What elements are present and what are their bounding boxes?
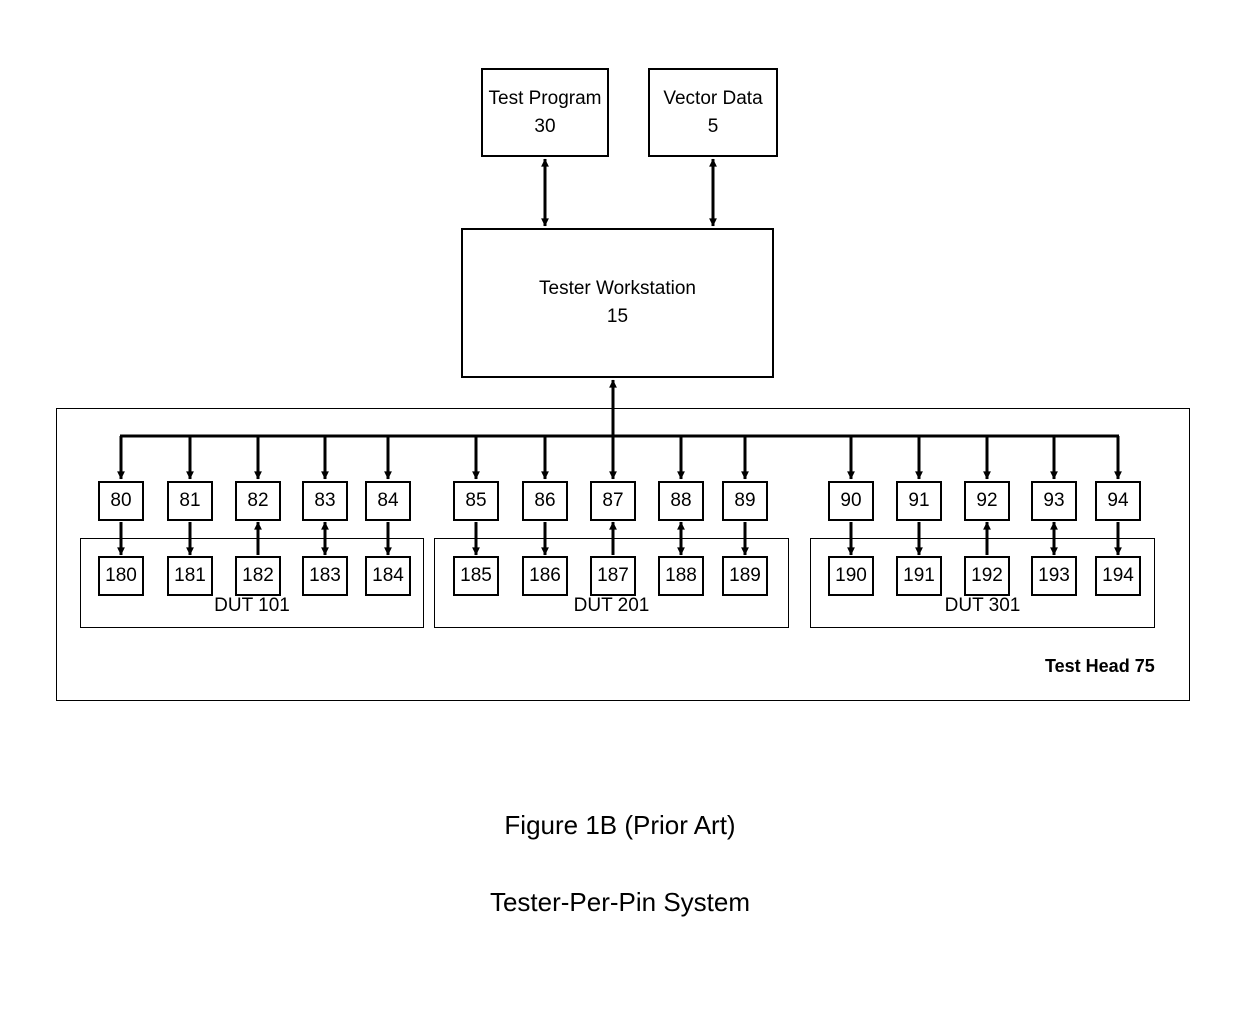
dut-pin-box: 186 [522,556,568,596]
dut-pin-label: 190 [835,565,867,587]
dut-pin-label: 194 [1102,565,1134,587]
tester-workstation-ref: 15 [606,306,629,327]
dut-pin-label: 188 [665,565,697,587]
tester-channel-box: 80 [98,481,144,521]
dut-pin-box: 189 [722,556,768,596]
figure-caption-subtitle: Tester-Per-Pin System [489,887,751,917]
dut-pin-label: 189 [729,565,761,587]
test-program-ref: 30 [534,115,556,137]
tester-channel-label: 92 [976,490,998,512]
tester-channel-box: 86 [522,481,568,521]
dut-pin-box: 180 [98,556,144,596]
tester-workstation-title: Tester Workstation [539,278,696,300]
dut-pin-label: 183 [309,565,341,587]
tester-channel-label: 87 [602,490,624,512]
tester-channel-label: 93 [1043,490,1065,512]
tester-workstation-box: Tester Workstation 15 [461,228,774,378]
test-program-box: Test Program 30 [481,68,609,157]
dut-group-label: DUT 101 [214,595,290,616]
dut-pin-label: 186 [529,565,561,587]
dut-pin-box: 190 [828,556,874,596]
dut-pin-label: 191 [903,565,935,587]
dut-pin-box: 185 [453,556,499,596]
dut-pin-box: 181 [167,556,213,596]
dut-pin-label: 180 [105,565,137,587]
vector-data-box: Vector Data 5 [648,68,778,157]
dut-pin-label: 192 [971,565,1003,587]
dut-pin-box: 188 [658,556,704,596]
tester-channel-label: 80 [110,490,132,512]
tester-channel-box: 88 [658,481,704,521]
dut-pin-box: 192 [964,556,1010,596]
tester-channel-label: 89 [734,490,756,512]
dut-pin-box: 184 [365,556,411,596]
tester-channel-box: 91 [896,481,942,521]
tester-channel-box: 89 [722,481,768,521]
dut-pin-label: 193 [1038,565,1070,587]
dut-pin-box: 193 [1031,556,1077,596]
tester-channel-box: 87 [590,481,636,521]
dut-pin-label: 187 [597,565,629,587]
tester-channel-label: 94 [1107,490,1129,512]
dut-pin-box: 187 [590,556,636,596]
tester-channel-label: 86 [534,490,556,512]
tester-channel-label: 88 [670,490,692,512]
patent-figure-1b: Test Program 30 Vector Data 5 Tester Wor… [0,0,1240,1036]
dut-group-label: DUT 201 [573,595,650,616]
tester-channel-label: 85 [465,490,487,512]
tester-channel-box: 92 [964,481,1010,521]
vector-data-title: Vector Data [663,87,763,109]
dut-pin-box: 194 [1095,556,1141,596]
tester-channel-label: 84 [377,490,399,512]
tester-channel-box: 85 [453,481,499,521]
dut-pin-label: 184 [372,565,404,587]
tester-channel-box: 93 [1031,481,1077,521]
tester-channel-label: 81 [179,490,201,512]
tester-channel-label: 83 [314,490,336,512]
test-program-title: Test Program [488,87,602,109]
figure-caption-title: Figure 1B (Prior Art) [504,810,736,840]
test-head-label: Test Head 75 [1045,656,1155,676]
dut-group-label: DUT 301 [944,595,1021,616]
vector-data-ref: 5 [707,115,719,137]
dut-pin-label: 181 [174,565,206,587]
dut-pin-label: 185 [460,565,492,587]
tester-channel-box: 90 [828,481,874,521]
tester-channel-box: 94 [1095,481,1141,521]
tester-channel-box: 83 [302,481,348,521]
dut-pin-label: 182 [242,565,274,587]
dut-pin-box: 191 [896,556,942,596]
dut-pin-box: 183 [302,556,348,596]
tester-channel-box: 84 [365,481,411,521]
dut-pin-box: 182 [235,556,281,596]
tester-channel-label: 82 [247,490,269,512]
tester-channel-label: 91 [908,490,930,512]
tester-channel-box: 81 [167,481,213,521]
tester-channel-label: 90 [840,490,862,512]
tester-channel-box: 82 [235,481,281,521]
